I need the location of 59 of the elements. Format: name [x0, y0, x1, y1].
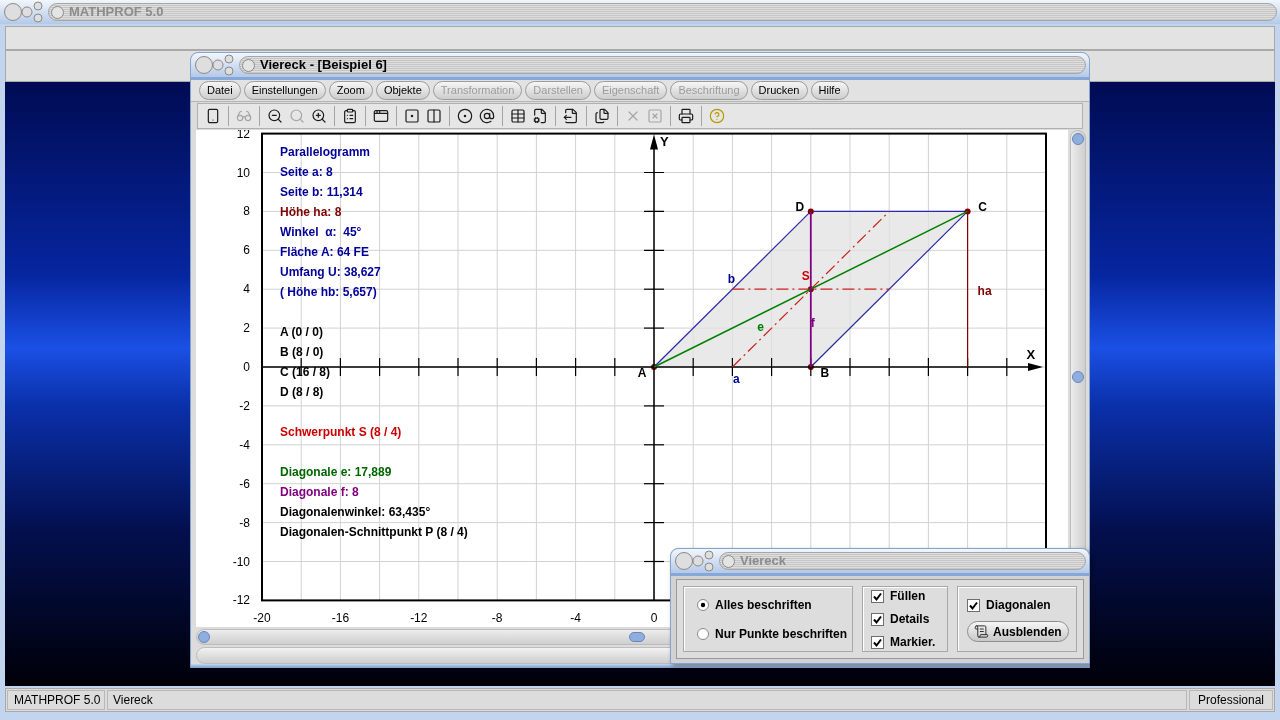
line-label: f — [810, 316, 815, 331]
axis-label: Y — [660, 133, 669, 149]
axis-tick-label: 6 — [243, 243, 250, 258]
axis-tick-label: 0 — [650, 611, 658, 625]
status-text: Viereck — [107, 690, 1187, 710]
axis-tick-label: -20 — [253, 611, 271, 625]
info-text: Fläche A: 64 FE — [280, 245, 369, 259]
status-text: MATHPROF 5.0 — [7, 690, 105, 710]
info-text: Diagonalen-Schnittpunkt P (8 / 4) — [280, 525, 468, 539]
window-title: Viereck - [Beispiel 6] — [260, 56, 387, 75]
point-label: B — [820, 366, 830, 380]
checkbox-label: Füllen — [890, 588, 926, 605]
line-label: a — [733, 372, 740, 386]
info-text: Seite a: 8 — [280, 165, 333, 179]
info-text: Diagonale e: 17,889 — [280, 465, 392, 479]
info-text: Schwerpunkt S (8 / 4) — [280, 425, 402, 439]
axis-tick-label: -4 — [570, 611, 581, 625]
point-label: D — [795, 200, 805, 215]
info-text: Höhe ha: 8 — [280, 205, 342, 219]
axis-tick-label: -12 — [410, 611, 428, 625]
info-text: B (8 / 0) — [280, 345, 324, 359]
info-text: Umfang U: 38,627 — [280, 265, 381, 279]
axis-label: X — [1026, 347, 1036, 362]
axis-tick-label: 0 — [243, 360, 250, 374]
point-label: S — [801, 269, 810, 284]
option-label: Nur Punkte beschriften — [715, 625, 848, 643]
axis-tick-label: -4 — [239, 437, 250, 452]
info-text: Diagonalenwinkel: 63,435° — [280, 505, 431, 519]
option-label: Alles beschriften — [715, 596, 812, 614]
info-text: A (0 / 0) — [280, 325, 323, 339]
checkbox-label: Details — [890, 611, 930, 628]
axis-tick-label: -2 — [239, 398, 250, 413]
checkbox-label: Diagonalen — [986, 597, 1051, 614]
axis-tick-label: 12 — [236, 130, 250, 141]
info-text: ( Höhe hb: 5,657) — [280, 285, 377, 299]
point-label: A — [637, 366, 647, 380]
line-label: b — [727, 272, 736, 287]
axis-tick-label: 8 — [243, 204, 250, 219]
axis-tick-label: 10 — [236, 165, 250, 180]
info-text: Parallelogramm — [280, 145, 371, 159]
axis-tick-label: -16 — [331, 611, 350, 625]
info-text: Winkel α: 45° — [280, 225, 362, 239]
info-text: D (8 / 8) — [280, 385, 324, 399]
line-label: e — [757, 320, 764, 335]
axis-tick-label: -12 — [232, 593, 250, 608]
axis-tick-label: -8 — [491, 611, 503, 625]
info-text: Diagonale f: 8 — [280, 485, 359, 499]
line-label: ha — [977, 284, 992, 299]
checkbox-label: Markier. — [890, 634, 936, 651]
axis-tick-label: -10 — [232, 554, 250, 569]
axis-tick-label: -8 — [239, 515, 250, 530]
axis-tick-label: -6 — [239, 476, 250, 491]
axis-tick-label: 4 — [243, 282, 250, 297]
axis-tick-label: 2 — [243, 321, 250, 336]
info-text: Seite b: 11,314 — [280, 185, 363, 199]
window-title: MATHPROF 5.0 — [69, 3, 164, 22]
status-text: Professional — [1189, 690, 1273, 710]
point-label: C — [978, 200, 987, 215]
window-title: Viereck — [740, 552, 787, 571]
